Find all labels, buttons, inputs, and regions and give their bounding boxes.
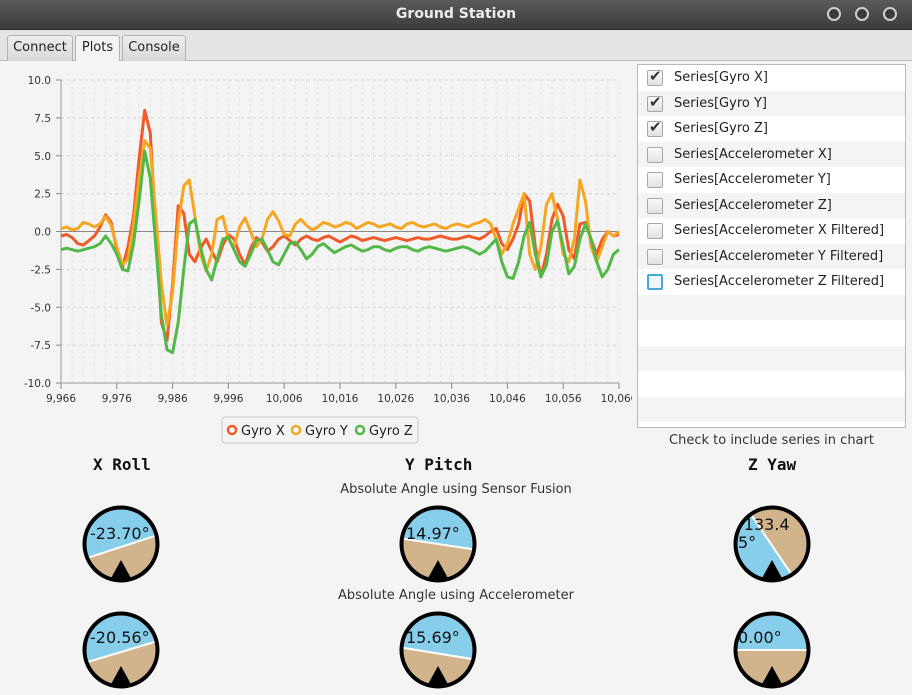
roll-fusion-gauge: -23.70°: [81, 504, 161, 584]
gauge-value: 14.97°: [406, 524, 460, 543]
fusion-label: Absolute Angle using Sensor Fusion: [340, 482, 572, 497]
y-tick-label: -5.0: [31, 302, 52, 314]
series-hint-text: Check to include series in chart: [669, 433, 874, 448]
checkmark-icon: ✔: [649, 67, 662, 85]
pitch-fusion-gauge: 14.97°: [398, 504, 478, 584]
list-empty-row: [638, 294, 905, 320]
list-empty-row: [638, 320, 905, 346]
series-checkbox-list[interactable]: ✔ Series[Gyro X] ✔ Series[Gyro Y] ✔ Series[…: [637, 64, 906, 428]
gyro-line-chart: 10.0 7.5 5.0 2.5 0.0 -2.5 -5.0 -7.5 -10.0 9,966 9,…: [24, 75, 632, 444]
yaw-title: Z Yaw: [748, 455, 797, 474]
series-row-gyro-x[interactable]: ✔ Series[Gyro X]: [638, 65, 905, 91]
legend-marker: [290, 424, 302, 436]
title-bar: Ground Station: [0, 0, 912, 30]
yaw-fusion-gauge: -133.45°: [732, 504, 812, 584]
series-label: Series[Gyro Z]: [674, 121, 768, 136]
series-checkbox[interactable]: [647, 248, 663, 265]
x-tick-label: 10,016: [322, 393, 359, 405]
tab-console[interactable]: Console: [122, 35, 186, 61]
y-tick-label: 5.0: [34, 151, 51, 163]
checkmark-icon: ✔: [649, 118, 662, 136]
x-tick-label: 10,026: [377, 393, 414, 405]
x-tick-label: 10,036: [433, 393, 470, 405]
series-label: Series[Gyro X]: [674, 70, 768, 85]
y-tick-label: 0.0: [34, 227, 51, 239]
series-label: Series[Accelerometer Y Filtered]: [674, 248, 884, 264]
x-tick-label: 9,976: [102, 393, 132, 405]
series-checkbox[interactable]: [647, 274, 663, 290]
gauge-value: 0.00°: [738, 628, 782, 647]
legend-marker: [354, 424, 366, 436]
series-checkbox[interactable]: [647, 197, 663, 214]
attitude-indicator-icon: [82, 611, 160, 689]
y-tick-label: -10.0: [24, 378, 51, 390]
tab-plots[interactable]: Plots: [75, 35, 120, 62]
roll-title: X Roll: [93, 455, 151, 474]
y-tick-label: -7.5: [31, 340, 52, 352]
series-row-accel-x[interactable]: Series[Accelerometer X]: [638, 141, 905, 167]
attitude-indicator-icon: [82, 505, 160, 583]
series-label: Series[Accelerometer Y]: [674, 172, 831, 187]
series-row-accel-y-filtered[interactable]: Series[Accelerometer Y Filtered]: [638, 243, 905, 269]
x-tick-label: 10,046: [489, 393, 526, 405]
gauge-value: -133.45°: [738, 515, 790, 552]
y-tick-label: 10.0: [28, 75, 51, 87]
pitch-title: Y Pitch: [405, 455, 473, 474]
y-tick-label: 2.5: [34, 189, 51, 201]
legend-label: Gyro Y: [305, 424, 348, 439]
x-tick-label: 9,996: [213, 393, 243, 405]
series-label: Series[Accelerometer X Filtered]: [674, 223, 885, 238]
x-tick-label: 9,966: [46, 393, 76, 405]
list-empty-row: [638, 371, 905, 397]
series-checkbox[interactable]: [647, 146, 663, 163]
gauge-value: -23.70°: [90, 524, 150, 543]
x-tick-label: 10,066: [601, 393, 632, 405]
attitude-indicator-icon: [399, 505, 477, 583]
maximize-button[interactable]: [855, 7, 869, 21]
attitude-indicator-icon: [733, 611, 811, 689]
accel-label: Absolute Angle using Accelerometer: [337, 588, 574, 603]
list-empty-row: [638, 396, 905, 422]
series-label: Series[Accelerometer Z Filtered]: [674, 274, 885, 289]
legend-marker: [226, 424, 238, 436]
series-row-gyro-z[interactable]: ✔ Series[Gyro Z]: [638, 116, 905, 142]
x-tick-label: 10,006: [266, 393, 303, 405]
y-tick-label: -2.5: [31, 264, 52, 276]
legend-label: Gyro Z: [369, 424, 413, 439]
gauge-value: 15.69°: [406, 628, 460, 647]
series-row-accel-z-filtered[interactable]: Series[Accelerometer Z Filtered]: [638, 269, 905, 295]
attitude-indicator-icon: [399, 611, 477, 689]
series-label: Series[Accelerometer X]: [674, 146, 832, 162]
x-tick-label: 9,986: [158, 393, 188, 405]
series-label: Series[Accelerometer Z]: [674, 197, 832, 213]
series-checkbox[interactable]: [647, 172, 663, 188]
series-row-gyro-y[interactable]: ✔ Series[Gyro Y]: [638, 90, 905, 116]
checkmark-icon: ✔: [649, 92, 662, 111]
pitch-accel-gauge: 15.69°: [398, 610, 478, 690]
series-label: Series[Gyro Y]: [674, 95, 767, 111]
roll-accel-gauge: -20.56°: [81, 610, 161, 690]
tab-connect[interactable]: Connect: [7, 35, 73, 61]
window-title: Ground Station: [395, 6, 517, 22]
gauge-value: -20.56°: [90, 628, 150, 647]
series-row-accel-x-filtered[interactable]: Series[Accelerometer X Filtered]: [638, 218, 905, 244]
close-button[interactable]: [883, 7, 897, 21]
yaw-accel-gauge: 0.00°: [732, 610, 812, 690]
y-tick-label: 7.5: [34, 113, 51, 125]
minimize-button[interactable]: [827, 7, 841, 21]
series-row-accel-y[interactable]: Series[Accelerometer Y]: [638, 167, 905, 193]
legend-label: Gyro X: [241, 424, 285, 439]
tab-bar: Connect Plots Console: [0, 30, 912, 62]
list-empty-row: [638, 422, 905, 427]
series-checkbox[interactable]: [647, 223, 663, 239]
x-tick-label: 10,056: [545, 393, 582, 405]
series-row-accel-z[interactable]: Series[Accelerometer Z]: [638, 192, 905, 218]
list-empty-row: [638, 345, 905, 371]
